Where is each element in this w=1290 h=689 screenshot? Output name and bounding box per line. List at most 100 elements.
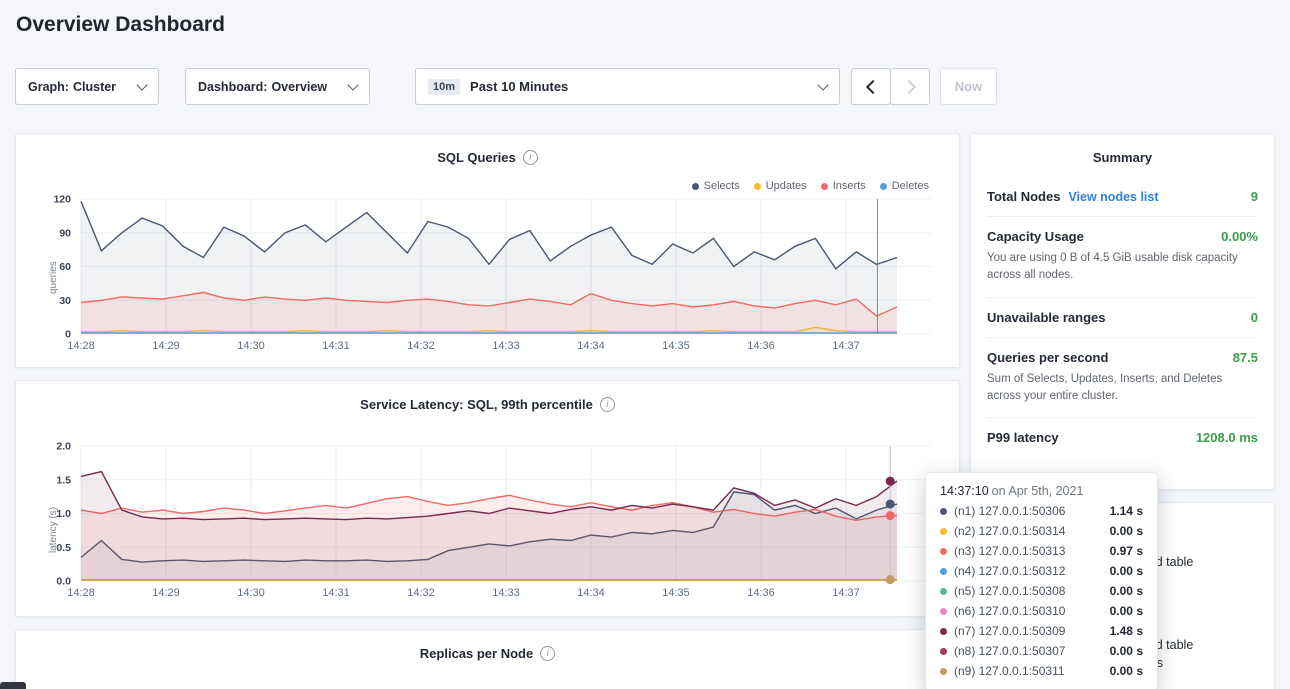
summary-title: Summary bbox=[971, 134, 1274, 177]
summary-value: 0.00% bbox=[1221, 229, 1258, 244]
summary-capacity-usage: Capacity Usage 0.00% You are using 0 B o… bbox=[987, 217, 1258, 298]
summary-panel: Summary Total Nodes View nodes list 9 Ca… bbox=[970, 133, 1275, 490]
page-title: Overview Dashboard bbox=[16, 13, 225, 37]
hover-dot bbox=[886, 477, 895, 486]
time-range-value: Past 10 Minutes bbox=[470, 79, 568, 94]
chart-header: Service Latency: SQL, 99th percentile i bbox=[16, 397, 959, 412]
sql-queries-card: SQL Queries i SelectsUpdatesInsertsDelet… bbox=[15, 133, 960, 368]
chart-hover-tooltip: 14:37:10on Apr 5th, 2021 (n1) 127.0.0.1:… bbox=[925, 472, 1158, 689]
node-latency-value: 0.00 s bbox=[1110, 564, 1143, 578]
y-tick-label: 0 bbox=[65, 329, 71, 341]
summary-queries-per-second: Queries per second 87.5 Sum of Selects, … bbox=[987, 338, 1258, 419]
summary-value: 87.5 bbox=[1233, 350, 1258, 365]
node-color-dot bbox=[940, 568, 947, 575]
chart-header: Replicas per Node i bbox=[16, 646, 959, 661]
hover-dot bbox=[886, 511, 895, 520]
time-prev-button[interactable] bbox=[851, 68, 891, 105]
node-label: (n2) 127.0.0.1:50314 bbox=[954, 524, 1102, 538]
summary-subtext: You are using 0 B of 4.5 GiB usable disk… bbox=[987, 250, 1258, 285]
hover-dot bbox=[886, 575, 895, 584]
summary-value: 1208.0 ms bbox=[1196, 430, 1258, 445]
node-color-dot bbox=[940, 648, 947, 655]
sql-queries-chart[interactable]: 14:2814:2914:3014:3114:3214:3314:3414:35… bbox=[26, 189, 941, 364]
x-tick-label: 14:28 bbox=[67, 587, 95, 599]
info-icon[interactable]: i bbox=[600, 397, 615, 412]
x-tick-label: 14:29 bbox=[152, 587, 180, 599]
graph-dropdown[interactable]: Graph: Cluster bbox=[15, 68, 159, 105]
time-range-selector[interactable]: 10m Past 10 Minutes bbox=[415, 68, 840, 105]
x-tick-label: 14:30 bbox=[237, 340, 265, 352]
tooltip-row: (n7) 127.0.0.1:503091.48 s bbox=[940, 624, 1143, 638]
chart-title: SQL Queries bbox=[437, 150, 516, 165]
node-label: (n1) 127.0.0.1:50306 bbox=[954, 504, 1102, 518]
node-color-dot bbox=[940, 608, 947, 615]
node-color-dot bbox=[940, 528, 947, 535]
tooltip-row: (n5) 127.0.0.1:503080.00 s bbox=[940, 584, 1143, 598]
node-label: (n6) 127.0.0.1:50310 bbox=[954, 604, 1102, 618]
x-tick-label: 14:37 bbox=[832, 340, 860, 352]
x-tick-label: 14:33 bbox=[492, 587, 520, 599]
chevron-left-icon bbox=[865, 79, 879, 93]
now-button[interactable]: Now bbox=[940, 68, 997, 105]
node-latency-value: 0.00 s bbox=[1110, 664, 1143, 678]
service-latency-card: Service Latency: SQL, 99th percentile i … bbox=[15, 380, 960, 617]
node-latency-value: 0.97 s bbox=[1110, 544, 1143, 558]
chart-title: Service Latency: SQL, 99th percentile bbox=[360, 397, 593, 412]
x-tick-label: 14:31 bbox=[322, 587, 350, 599]
y-tick-label: 1.5 bbox=[56, 474, 71, 486]
x-tick-label: 14:36 bbox=[747, 340, 775, 352]
info-icon[interactable]: i bbox=[540, 646, 555, 661]
summary-total-nodes: Total Nodes View nodes list 9 bbox=[987, 177, 1258, 217]
summary-subtext: Sum of Selects, Updates, Inserts, and De… bbox=[987, 371, 1258, 406]
node-latency-value: 0.00 s bbox=[1110, 644, 1143, 658]
tooltip-rows: (n1) 127.0.0.1:503061.14 s(n2) 127.0.0.1… bbox=[940, 504, 1143, 678]
x-tick-label: 14:28 bbox=[67, 340, 95, 352]
node-color-dot bbox=[940, 548, 947, 555]
summary-p99-latency: P99 latency 1208.0 ms bbox=[987, 418, 1258, 457]
x-tick-label: 14:31 bbox=[322, 340, 350, 352]
overview-dashboard-page: Overview Dashboard Graph: Cluster Dashbo… bbox=[0, 0, 1290, 689]
x-tick-label: 14:34 bbox=[577, 340, 605, 352]
dashboard-dropdown-label: Dashboard: bbox=[198, 80, 267, 94]
chart-title: Replicas per Node bbox=[420, 646, 533, 661]
x-tick-label: 14:37 bbox=[832, 587, 860, 599]
replicas-per-node-card: Replicas per Node i bbox=[15, 629, 960, 689]
tooltip-row: (n8) 127.0.0.1:50307 0.00 s bbox=[940, 644, 1143, 658]
node-color-dot bbox=[940, 508, 947, 515]
node-label: (n5) 127.0.0.1:50308 bbox=[954, 584, 1102, 598]
summary-label: Queries per second bbox=[987, 350, 1108, 365]
x-tick-label: 14:36 bbox=[747, 587, 775, 599]
time-next-button[interactable] bbox=[890, 68, 930, 105]
y-tick-label: 90 bbox=[59, 227, 71, 239]
dashboard-dropdown[interactable]: Dashboard: Overview bbox=[185, 68, 370, 105]
summary-label: Capacity Usage bbox=[987, 229, 1084, 244]
node-label: (n9) 127.0.0.1:50311 bbox=[954, 664, 1102, 678]
view-nodes-list-link[interactable]: View nodes list bbox=[1068, 190, 1158, 204]
y-tick-label: 0.5 bbox=[56, 542, 71, 554]
summary-value: 9 bbox=[1251, 189, 1258, 204]
x-tick-label: 14:29 bbox=[152, 340, 180, 352]
chart-header: SQL Queries i bbox=[16, 150, 959, 165]
y-tick-label: 1.0 bbox=[56, 508, 71, 520]
x-tick-label: 14:35 bbox=[662, 587, 690, 599]
chevron-down-icon bbox=[136, 79, 147, 90]
node-color-dot bbox=[940, 588, 947, 595]
node-latency-value: 0.00 s bbox=[1110, 604, 1143, 618]
tooltip-row: (n9) 127.0.0.1:50311 0.00 s bbox=[940, 664, 1143, 678]
tooltip-time: 14:37:10 bbox=[940, 484, 989, 498]
service-latency-chart[interactable]: 14:28 14:29 14:30 14:31 14:32 14:33 14:34 14:35… bbox=[26, 436, 941, 611]
summary-value: 0 bbox=[1251, 310, 1258, 325]
tooltip-row: (n6) 127.0.0.1:50310 0.00 s bbox=[940, 604, 1143, 618]
node-label: (n8) 127.0.0.1:50307 bbox=[954, 644, 1102, 658]
y-tick-label: 2.0 bbox=[56, 441, 71, 453]
node-latency-value: 0.00 s bbox=[1110, 524, 1143, 538]
info-icon[interactable]: i bbox=[523, 150, 538, 165]
y-tick-label: 60 bbox=[59, 261, 71, 273]
x-tick-label: 14:34 bbox=[577, 587, 605, 599]
node-label: (n3) 127.0.0.1:50313 bbox=[954, 544, 1102, 558]
x-tick-label: 14:30 bbox=[237, 587, 265, 599]
x-tick-label: 14:32 bbox=[407, 587, 435, 599]
summary-label: Total Nodes bbox=[987, 189, 1060, 204]
graph-dropdown-value: Cluster bbox=[73, 80, 116, 94]
corner-widget[interactable] bbox=[0, 682, 26, 689]
